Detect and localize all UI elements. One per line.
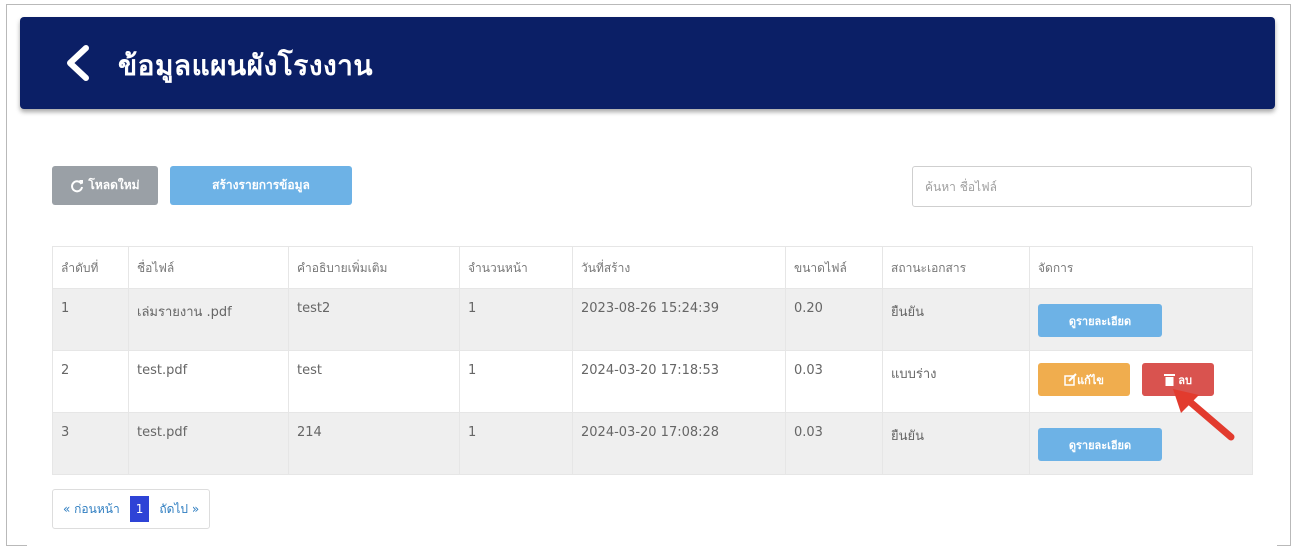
column-header: สถานะเอกสาร: [882, 246, 1030, 289]
trash-icon: [1164, 374, 1176, 386]
files-table: ลำดับที่ ชื่อไฟล์ คำอธิบายเพิ่มเติม จำนว…: [52, 246, 1253, 475]
delete-label: ลบ: [1178, 373, 1192, 387]
column-header: จัดการ: [1029, 246, 1253, 289]
column-header: วันที่สร้าง: [572, 246, 786, 289]
annotation-arrow-icon: [1173, 389, 1235, 441]
edit-button[interactable]: แก้ไข: [1038, 363, 1130, 396]
column-header: ขนาดไฟล์: [785, 246, 883, 289]
page-title: ข้อมูลแผนผังโรงงาน: [118, 49, 374, 82]
cell-size: 0.03: [785, 412, 883, 475]
cell-size: 0.03: [785, 350, 883, 413]
reload-label: โหลดใหม่: [88, 178, 140, 192]
pagination: « ก่อนหน้า 1 ถัดไป »: [52, 489, 211, 529]
create-record-button[interactable]: สร้างรายการข้อมูล: [170, 166, 352, 205]
page-header: ข้อมูลแผนผังโรงงาน: [20, 17, 1275, 109]
cell-status: ยืนยัน: [882, 288, 1030, 351]
cell-filename: test.pdf: [128, 412, 289, 475]
cell-pages: 1: [459, 412, 573, 475]
cell-created: 2023-08-26 15:24:39: [572, 288, 786, 351]
cell-no: 2: [52, 350, 129, 413]
cell-pages: 1: [459, 350, 573, 413]
current-page[interactable]: 1: [129, 496, 150, 522]
table-row: 1 เล่มรายงาน .pdf test2 1 2023-08-26 15:…: [52, 288, 1253, 351]
cell-no: 1: [52, 288, 129, 351]
cell-filename: test.pdf: [128, 350, 289, 413]
detail-button[interactable]: ดูรายละเอียด: [1038, 304, 1162, 337]
edit-icon: [1064, 373, 1077, 386]
cell-actions: ดูรายละเอียด: [1029, 288, 1253, 351]
cell-no: 3: [52, 412, 129, 475]
column-header: ชื่อไฟล์: [128, 246, 289, 289]
reload-button[interactable]: โหลดใหม่: [52, 166, 158, 205]
refresh-icon: [71, 179, 84, 192]
column-header: คำอธิบายเพิ่มเติม: [288, 246, 460, 289]
content-panel: โหลดใหม่ สร้างรายการข้อมูล ลำดับที่ ชื่อ…: [27, 123, 1277, 547]
table-row: 2 test.pdf test 1 2024-03-20 17:18:53 0.…: [52, 350, 1253, 413]
detail-button[interactable]: ดูรายละเอียด: [1038, 428, 1162, 461]
column-header: ลำดับที่: [52, 246, 129, 289]
edit-label: แก้ไข: [1077, 373, 1104, 387]
column-header: จำนวนหน้า: [459, 246, 573, 289]
cell-created: 2024-03-20 17:18:53: [572, 350, 786, 413]
cell-filename: เล่มรายงาน .pdf: [128, 288, 289, 351]
cell-size: 0.20: [785, 288, 883, 351]
prev-page-link[interactable]: « ก่อนหน้า: [53, 490, 130, 528]
cell-description: test2: [288, 288, 460, 351]
cell-status: ยืนยัน: [882, 412, 1030, 475]
cell-status: แบบร่าง: [882, 350, 1030, 413]
cell-pages: 1: [459, 288, 573, 351]
back-chevron-icon[interactable]: [62, 45, 92, 81]
table-row: 3 test.pdf 214 1 2024-03-20 17:08:28 0.0…: [52, 412, 1253, 475]
next-page-link[interactable]: ถัดไป »: [149, 490, 209, 528]
table-header-row: ลำดับที่ ชื่อไฟล์ คำอธิบายเพิ่มเติม จำนว…: [52, 246, 1253, 289]
cell-created: 2024-03-20 17:08:28: [572, 412, 786, 475]
cell-description: 214: [288, 412, 460, 475]
search-input[interactable]: [912, 166, 1252, 207]
page-frame: ข้อมูลแผนผังโรงงาน โหลดใหม่ สร้างรายการข…: [6, 4, 1291, 547]
cell-description: test: [288, 350, 460, 413]
